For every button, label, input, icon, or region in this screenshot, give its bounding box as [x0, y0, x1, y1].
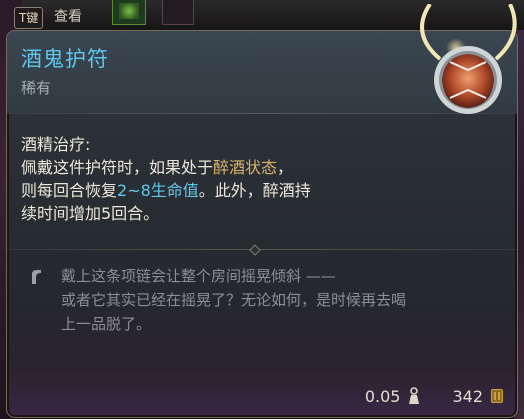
- status-keyword[interactable]: 醉酒状态: [213, 158, 277, 177]
- lore-line: 上一品脱了。: [61, 315, 152, 333]
- item-lore: 戴上这条项链会让整个房间摇晃倾斜 —— 或者它其实已经在摇晃了？无论如何，是时候…: [61, 264, 491, 336]
- divider: [7, 244, 517, 256]
- lore-line: 戴上这条项链会让整个房间摇晃倾斜 ——: [61, 267, 336, 285]
- item-weight: 0.05: [364, 386, 401, 406]
- effect-text: 则每回合恢复: [21, 181, 118, 200]
- amulet-icon: [420, 4, 517, 114]
- divider-ornament: [249, 244, 261, 256]
- gold-coin-icon: [491, 389, 503, 403]
- item-effect: 酒精治疗: 佩戴这件护符时，如果处于醉酒状态， 则每回合恢复2~8生命值。此外，…: [21, 133, 441, 225]
- inventory-slot[interactable]: [162, 0, 194, 25]
- effect-title: 酒精治疗:: [21, 135, 91, 154]
- effect-text: ，: [277, 158, 294, 177]
- feather-icon: [32, 270, 41, 284]
- item-rarity: 稀有: [21, 79, 52, 97]
- inventory-slot[interactable]: [112, 0, 146, 25]
- hotkey-badge[interactable]: T键: [14, 7, 44, 29]
- hotkey-label: 查看: [54, 9, 82, 25]
- effect-line: 佩戴这件护符时，如果处于醉酒状态，: [21, 156, 441, 179]
- item-name: 酒鬼护符: [21, 47, 109, 71]
- potion-icon: [119, 3, 139, 19]
- effect-text: 佩戴这件护符时，如果处于: [21, 158, 214, 177]
- item-stats: 0.05 342: [365, 385, 505, 407]
- effect-text: 。此外，醉酒持: [198, 181, 311, 200]
- weight-icon: [409, 387, 420, 404]
- heal-amount: 2~8生命值: [117, 181, 199, 200]
- effect-line: 则每回合恢复2~8生命值。此外，醉酒持: [21, 179, 441, 202]
- effect-line: 续时间增加5回合。: [21, 204, 160, 223]
- item-value: 342: [452, 386, 483, 406]
- lore-line: 或者它其实已经在摇晃了？无论如何，是时候再去喝: [61, 291, 407, 309]
